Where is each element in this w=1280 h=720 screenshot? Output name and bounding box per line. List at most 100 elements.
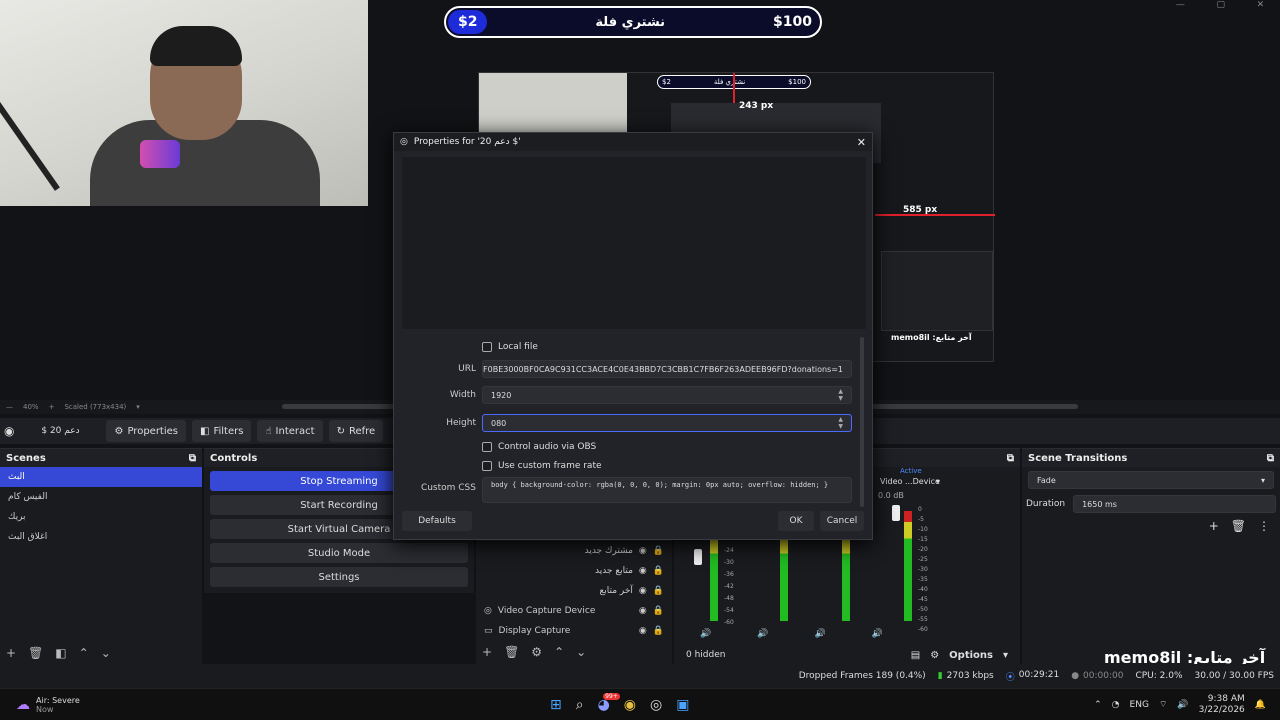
close-icon[interactable]: ✕ (857, 136, 866, 149)
clock-time: 9:38 AM (1207, 693, 1245, 704)
ok-button[interactable]: OK (778, 511, 814, 531)
minimize-icon[interactable]: — (1176, 0, 1185, 14)
zoom-in-icon[interactable]: + (49, 403, 55, 411)
zoom-out-icon[interactable]: — (6, 403, 13, 411)
clock[interactable]: 9:38 AM 3/22/2026 (1199, 694, 1245, 716)
cancel-button[interactable]: Cancel (820, 511, 864, 531)
obs-icon[interactable]: ◎ (650, 697, 662, 713)
speaker-icon[interactable]: 🔊 (757, 629, 768, 639)
add-icon[interactable]: + (6, 646, 16, 660)
eye-icon[interactable]: ◉ (639, 606, 647, 616)
volume-slider-handle[interactable] (694, 549, 702, 565)
lock-icon[interactable]: 🔒 (653, 546, 664, 556)
trash-icon[interactable]: 🗑 (504, 645, 519, 659)
interact-button[interactable]: ☝ Interact (257, 420, 323, 442)
notifications-icon[interactable]: 🔔 (1255, 700, 1266, 710)
discord-icon[interactable]: ◕ 99+ (598, 692, 620, 713)
spinner-icon[interactable]: ▲ ▼ (838, 388, 843, 402)
width-input[interactable]: 1920 ▲ ▼ (482, 386, 852, 404)
add-icon[interactable]: + (482, 645, 492, 659)
lock-icon[interactable]: 🔒 (653, 606, 664, 616)
chevron-down-icon[interactable]: ▾ (936, 477, 940, 486)
app-icon[interactable]: ▣ (676, 697, 689, 713)
down-icon[interactable]: ⌄ (101, 646, 111, 660)
windows-start-icon[interactable]: ⊞ (550, 697, 562, 713)
trash-icon[interactable]: 🗑 (1231, 519, 1246, 533)
scene-item[interactable]: اغلاق البث (0, 527, 202, 547)
lang-indicator[interactable]: ENG (1130, 700, 1149, 710)
dialog-scrollbar[interactable] (860, 337, 864, 507)
scene-item[interactable]: الفيس كام (0, 487, 202, 507)
volume-slider-handle[interactable] (892, 505, 900, 521)
rec-time: 00:00:00 (1083, 671, 1124, 681)
defaults-button[interactable]: Defaults (402, 511, 472, 531)
eye-icon[interactable]: ◉ (639, 546, 647, 556)
close-window-icon[interactable]: ✕ (1257, 0, 1265, 14)
local-file-row[interactable]: Local file (482, 342, 538, 352)
local-file-label: Local file (498, 342, 538, 352)
height-input[interactable]: 080 ▲ ▼ (482, 414, 852, 432)
chevron-up-icon[interactable]: ⌃ (1094, 700, 1102, 710)
speaker-icon[interactable]: 🔊 (700, 629, 711, 639)
custom-css-input[interactable]: body { background-color: rgba(0, 0, 0, 0… (482, 477, 852, 503)
eye-icon[interactable]: ◉ (639, 626, 647, 636)
lock-icon[interactable]: 🔒 (653, 586, 664, 596)
options-button[interactable]: Options (949, 650, 993, 661)
add-icon[interactable]: + (1209, 519, 1219, 533)
refresh-button[interactable]: ↻ Refre (328, 420, 384, 442)
lock-icon[interactable]: 🔒 (653, 626, 664, 636)
speaker-icon[interactable]: 🔊 (872, 629, 883, 639)
status-bar: Dropped Frames 189 (0.4%) ▮ 2703 kbps ⦿ 00… (0, 664, 1280, 688)
more-icon[interactable]: ⋮ (1258, 519, 1270, 533)
dock-float-icon[interactable]: ⧉ (189, 453, 196, 464)
layout-icon[interactable]: ▤ (911, 650, 920, 661)
speaker-icon[interactable]: 🔊 (814, 629, 825, 639)
control-audio-label: Control audio via OBS (498, 442, 597, 452)
source-row[interactable]: متابع جديد ◉ 🔒 (476, 561, 672, 581)
eye-icon[interactable]: ◉ (639, 566, 647, 576)
volume-icon[interactable]: 🔊 (1177, 700, 1188, 710)
local-file-checkbox[interactable] (482, 342, 492, 352)
nested-docks (881, 251, 993, 331)
up-icon[interactable]: ⌃ (554, 645, 564, 659)
measure-label-1: 243 px (739, 101, 774, 111)
custom-fps-row[interactable]: Use custom frame rate (482, 461, 602, 471)
source-row[interactable]: مشترك جديد ◉ 🔒 (476, 541, 672, 561)
gear-icon[interactable]: ⚙ (930, 650, 939, 661)
control-audio-checkbox[interactable] (482, 442, 492, 452)
filters-button[interactable]: ◧ Filters (192, 420, 252, 442)
weather-widget[interactable]: ☁ Air: Severe Now (0, 696, 240, 714)
scene-item[interactable]: البث (0, 467, 202, 487)
network-icon[interactable]: ◔ (1112, 700, 1120, 710)
chrome-icon[interactable]: ◉ (624, 697, 636, 713)
scene-item[interactable]: بريك (0, 507, 202, 527)
properties-button[interactable]: ⚙ Properties (106, 420, 186, 442)
custom-fps-checkbox[interactable] (482, 461, 492, 471)
spinner-icon[interactable]: ▲ ▼ (838, 416, 843, 430)
eye-icon[interactable]: ◉ (639, 586, 647, 596)
maximize-icon[interactable]: ▢ (1216, 0, 1225, 14)
url-input[interactable]: l003F0BE3000BF0CA9C931CC3ACE4C0E43BBD7C3… (482, 360, 852, 378)
filter-icon[interactable]: ◧ (55, 646, 66, 660)
chevron-down-icon[interactable]: ▾ (1003, 650, 1008, 661)
gear-icon[interactable]: ⚙ (531, 645, 542, 659)
search-icon[interactable]: ⌕ (576, 697, 584, 713)
studio-mode-button[interactable]: Studio Mode (210, 543, 468, 563)
duration-field[interactable]: 1650 ms (1073, 495, 1276, 513)
wifi-icon[interactable]: ⌔ (1159, 699, 1167, 710)
chevron-down-icon[interactable]: ▾ (136, 403, 140, 411)
transition-select[interactable]: Fade ▾ (1028, 471, 1274, 489)
control-audio-row[interactable]: Control audio via OBS (482, 442, 596, 452)
up-icon[interactable]: ⌃ (79, 646, 89, 660)
settings-button[interactable]: Settings (210, 567, 468, 587)
source-row[interactable]: آخر متابع ◉ 🔒 (476, 581, 672, 601)
source-row[interactable]: ▭ Display Capture ◉ 🔒 (476, 621, 672, 641)
down-icon[interactable]: ⌄ (576, 645, 586, 659)
lock-icon[interactable]: 🔒 (653, 566, 664, 576)
dock-float-icon[interactable]: ⧉ (1267, 453, 1274, 464)
width-value: 1920 (491, 390, 512, 400)
source-row[interactable]: ◎ Video Capture Device ◉ 🔒 (476, 601, 672, 621)
trash-icon[interactable]: 🗑 (28, 646, 43, 660)
css-value: body { background-color: rgba(0, 0, 0, 0… (491, 481, 829, 489)
dock-float-icon[interactable]: ⧉ (1007, 453, 1014, 464)
